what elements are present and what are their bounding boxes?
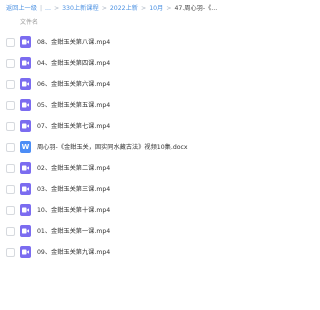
file-row[interactable]: 06、金鉗玉关第六课.mp4 <box>0 74 312 95</box>
row-checkbox[interactable] <box>6 164 15 173</box>
file-row[interactable]: 09、金鉗玉关第九课.mp4 <box>0 242 312 263</box>
row-checkbox[interactable] <box>6 185 15 194</box>
row-checkbox[interactable] <box>6 101 15 110</box>
video-file-icon <box>20 120 31 132</box>
column-header-filename[interactable]: 文件名 <box>20 17 38 29</box>
row-checkbox[interactable] <box>6 122 15 131</box>
row-checkbox[interactable] <box>6 59 15 68</box>
breadcrumb-item-ellipsis[interactable]: ... <box>45 5 51 12</box>
video-file-icon <box>20 36 31 48</box>
breadcrumb-separator: > <box>53 5 60 12</box>
file-row[interactable]: 01、金鉗玉关第一课.mp4 <box>0 221 312 242</box>
row-checkbox[interactable] <box>6 80 15 89</box>
file-row[interactable]: 03、金鉗玉关第三课.mp4 <box>0 179 312 200</box>
file-row[interactable]: 07、金鉗玉关第七课.mp4 <box>0 116 312 137</box>
file-row[interactable]: 08、金鉗玉关第八课.mp4 <box>0 32 312 53</box>
row-checkbox[interactable] <box>6 248 15 257</box>
video-file-icon <box>20 78 31 90</box>
row-checkbox[interactable] <box>6 38 15 47</box>
file-name[interactable]: 08、金鉗玉关第八课.mp4 <box>37 32 110 53</box>
breadcrumb-back-link[interactable]: 返回上一级 <box>6 5 37 12</box>
breadcrumb: 返回上一级 |... >330上新课程 >2022上新 >10月 >47.周心羽-《... <box>6 3 310 15</box>
breadcrumb-item-330[interactable]: 330上新课程 <box>62 5 99 12</box>
breadcrumb-separator: > <box>101 5 107 12</box>
file-list: 08、金鉗玉关第八课.mp4 04、金鉗玉关第四课.mp4 06、金鉗玉关第六课.m… <box>0 32 312 263</box>
video-file-icon <box>20 162 31 174</box>
word-doc-glyph: W <box>21 143 30 151</box>
breadcrumb-current: 47.周心羽-《... <box>174 5 218 12</box>
breadcrumb-separator: > <box>141 5 147 12</box>
file-name[interactable]: 01、金鉗玉关第一课.mp4 <box>37 221 110 242</box>
file-name[interactable]: 06、金鉗玉关第六课.mp4 <box>37 74 110 95</box>
row-checkbox[interactable] <box>6 206 15 215</box>
file-name[interactable]: 周心羽-《金鉗玉关，固实同水藏古法》视频10集.docx <box>37 137 188 158</box>
breadcrumb-item-2022[interactable]: 2022上新 <box>110 5 138 12</box>
file-name[interactable]: 10、金鉗玉关第十课.mp4 <box>37 200 110 221</box>
word-doc-icon: W <box>20 141 31 153</box>
breadcrumb-item-october[interactable]: 10月 <box>149 5 163 12</box>
video-file-icon <box>20 204 31 216</box>
file-name[interactable]: 05、金鉗玉关第五课.mp4 <box>37 95 110 116</box>
file-name[interactable]: 04、金鉗玉关第四课.mp4 <box>37 53 110 74</box>
video-file-icon <box>20 57 31 69</box>
row-checkbox[interactable] <box>6 227 15 236</box>
video-file-icon <box>20 225 31 237</box>
file-row[interactable]: 10、金鉗玉关第十课.mp4 <box>0 200 312 221</box>
file-row[interactable]: 02、金鉗玉关第二课.mp4 <box>0 158 312 179</box>
video-file-icon <box>20 183 31 195</box>
file-name[interactable]: 03、金鉗玉关第三课.mp4 <box>37 179 110 200</box>
video-file-icon <box>20 246 31 258</box>
file-row[interactable]: 05、金鉗玉关第五课.mp4 <box>0 95 312 116</box>
breadcrumb-separator: > <box>166 5 172 12</box>
file-name[interactable]: 09、金鉗玉关第九课.mp4 <box>37 242 110 263</box>
video-file-icon <box>20 99 31 111</box>
file-name[interactable]: 02、金鉗玉关第二课.mp4 <box>37 158 110 179</box>
file-row[interactable]: W 周心羽-《金鉗玉关，固实同水藏古法》视频10集.docx <box>0 137 312 158</box>
file-name[interactable]: 07、金鉗玉关第七课.mp4 <box>37 116 110 137</box>
file-row[interactable]: 04、金鉗玉关第四课.mp4 <box>0 53 312 74</box>
breadcrumb-separator: | <box>39 5 43 12</box>
row-checkbox[interactable] <box>6 143 15 152</box>
